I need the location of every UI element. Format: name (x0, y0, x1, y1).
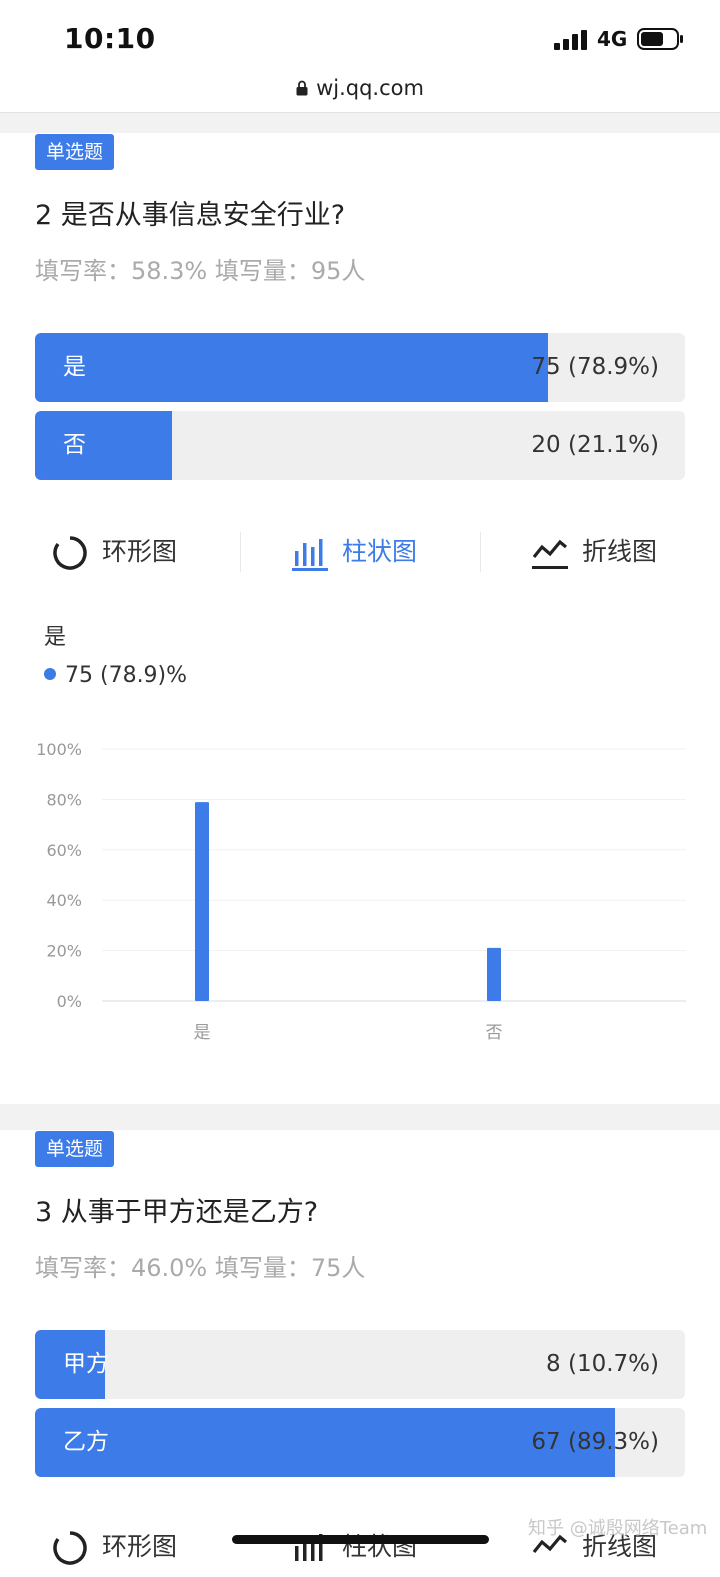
watermark: 知乎 @诚殷网络Team (528, 1518, 708, 1539)
question-type-tag: 单选题 (35, 1131, 115, 1167)
question-meta: 填写率：46.0% 填写量：75人 (35, 1254, 366, 1282)
question-2-card: 单选题 2 是否从事信息安全行业? 填写率：58.3% 填写量：95人 是 75… (0, 133, 720, 1104)
question-3-card: 单选题 3 从事于甲方还是乙方? 填写率：46.0% 填写量：75人 甲方 8 … (0, 1130, 720, 1565)
status-time: 10:10 (64, 22, 156, 55)
question-title: 3 从事于甲方还是乙方? (35, 1197, 319, 1228)
y-tick-label: 60% (46, 841, 82, 860)
bar (195, 802, 209, 1001)
y-tick-label: 20% (46, 942, 82, 961)
ring-chart-icon (53, 1531, 87, 1565)
section-divider (0, 113, 720, 133)
option-bar-party-a[interactable]: 甲方 8 (10.7%) (35, 1330, 685, 1399)
lock-icon (296, 80, 308, 96)
y-tick-label: 40% (46, 891, 82, 910)
battery-icon (637, 28, 683, 50)
option-label: 甲方 (63, 1351, 109, 1377)
y-tick-label: 0% (57, 992, 82, 1011)
option-value: 8 (10.7%) (546, 1351, 659, 1377)
tab-bar-chart[interactable]: 柱状图 (292, 1517, 417, 1577)
url-text: wj.qq.com (316, 76, 424, 100)
section-divider (0, 1104, 720, 1130)
network-type: 4G (597, 27, 628, 51)
y-tick-label: 80% (46, 790, 82, 809)
option-value: 67 (89.3%) (531, 1429, 659, 1455)
option-bar-fill (35, 1408, 616, 1477)
y-tick-label: 100% (36, 740, 82, 759)
x-tick-label: 是 (194, 1023, 211, 1043)
option-label: 乙方 (63, 1429, 109, 1455)
home-indicator[interactable] (232, 1535, 489, 1544)
url-bar[interactable]: wj.qq.com (0, 70, 720, 113)
tab-label: 环形图 (102, 1532, 178, 1561)
bar (487, 947, 501, 1001)
status-bar: 10:10 4G (0, 0, 720, 70)
option-bar-party-b[interactable]: 乙方 67 (89.3%) (35, 1408, 685, 1477)
x-tick-label: 否 (486, 1023, 503, 1043)
tab-ring-chart[interactable]: 环形图 (52, 1517, 177, 1577)
signal-icon (554, 30, 587, 50)
bar-chart: 0% 20% 40% 60% 80% 100% 是 否 (36, 740, 686, 1043)
